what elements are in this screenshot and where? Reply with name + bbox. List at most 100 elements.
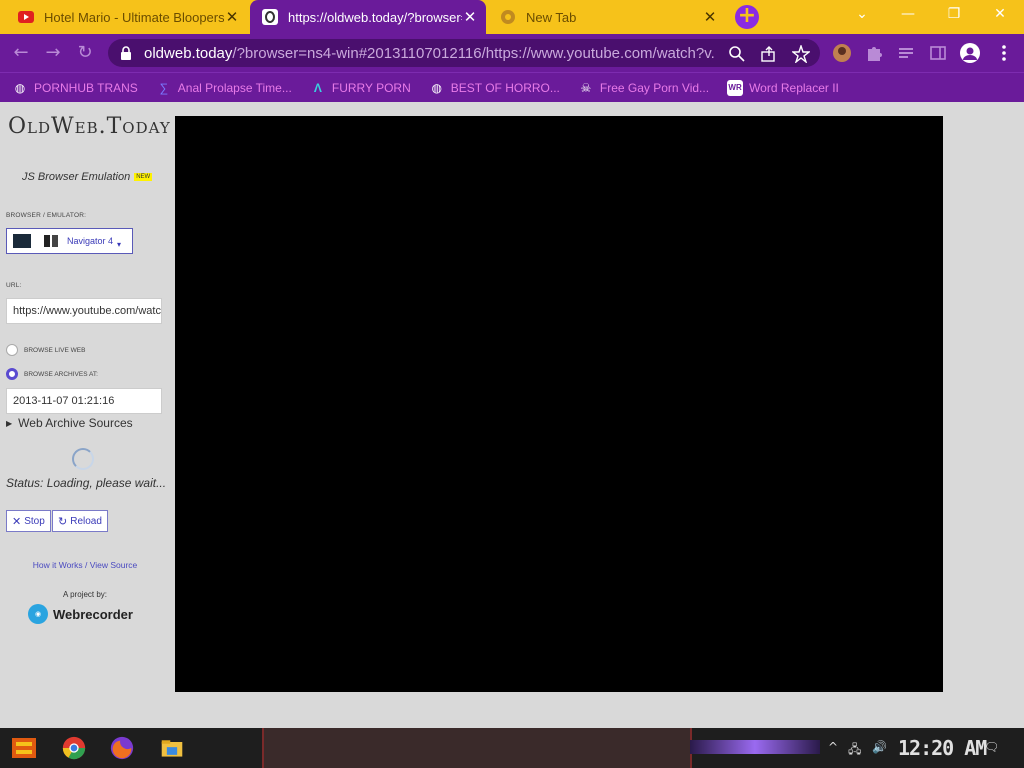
- chevron-down-icon: ▾: [117, 239, 122, 249]
- archive-date-input[interactable]: 2013-11-07 01:21:16: [6, 388, 162, 414]
- tray-overflow-icon[interactable]: ^: [828, 740, 838, 754]
- bookmark-label: Anal Prolapse Time...: [177, 80, 292, 95]
- back-button[interactable]: ←: [10, 42, 32, 64]
- browse-archives-radio[interactable]: [6, 368, 18, 380]
- tab-title: Hotel Mario - Ultimate Bloopers: [44, 9, 224, 25]
- account-avatar-icon[interactable]: [960, 43, 980, 63]
- share-icon[interactable]: [760, 45, 778, 63]
- oldweb-logo[interactable]: OldWeb.Today: [8, 112, 170, 142]
- notification-icon[interactable]: 🗨: [984, 740, 999, 754]
- bookmark-label: PORNHUB TRANS: [34, 80, 138, 95]
- close-icon: ✕: [12, 515, 22, 528]
- browser-name: Navigator 4: [67, 236, 114, 246]
- tab-youtube[interactable]: Hotel Mario - Ultimate Bloopers ✕: [6, 0, 248, 34]
- firefox-icon: [110, 736, 134, 760]
- taskbar-app-area: [262, 728, 692, 768]
- bookmark-label: Free Gay Porn Vid...: [599, 80, 710, 95]
- chrome-icon: [62, 736, 86, 760]
- bookmark-item[interactable]: ◍ BEST OF HORRO...: [429, 80, 560, 96]
- globe-icon: ◍: [14, 80, 26, 95]
- reload-label: Reload: [70, 515, 102, 527]
- browser-emulator-select[interactable]: Navigator 4 ▾: [6, 228, 133, 254]
- tab-oldweb[interactable]: https://oldweb.today/?browser=ns4-win ✕: [250, 0, 486, 34]
- bookmark-label: Word Replacer II: [749, 80, 839, 95]
- webrecorder-logo-icon: ◉: [28, 604, 48, 624]
- url-path: /?browser=ns4-win#20131107012116/https:/…: [232, 44, 714, 62]
- start-logo-icon: [12, 738, 36, 758]
- stop-label: Stop: [24, 515, 45, 527]
- webrecorder-label: Webrecorder: [53, 606, 133, 622]
- youtube-icon: [18, 11, 34, 23]
- reading-list-icon[interactable]: [896, 43, 916, 63]
- bookmark-item[interactable]: ∑ Anal Prolapse Time...: [156, 80, 292, 96]
- url-text[interactable]: oldweb.today/?browser=ns4-win#2013110701…: [144, 45, 714, 62]
- taskbar: ^ 🖧 🔊 12:20 AM 🗨: [0, 728, 1024, 768]
- bookmark-label: FURRY PORN: [331, 80, 411, 95]
- bookmark-item[interactable]: ☠ Free Gay Porn Vid...: [578, 80, 710, 96]
- address-bar[interactable]: oldweb.today/?browser=ns4-win#2013110701…: [108, 39, 820, 67]
- a-logo-icon: Λ: [313, 80, 322, 95]
- taskbar-theme-decoration: [690, 740, 820, 754]
- puzzle-extensions-icon[interactable]: [864, 43, 884, 63]
- netscape-icon: [43, 234, 59, 248]
- side-panel-icon[interactable]: [928, 43, 948, 63]
- browse-live-label: Browse live web: [24, 347, 86, 354]
- bookmark-star-icon[interactable]: [792, 45, 810, 63]
- tab-title: New Tab: [526, 9, 577, 25]
- browser-toolbar: ← → ↻ oldweb.today/?browser=ns4-win#2013…: [0, 34, 1024, 72]
- chrome-taskbar-icon[interactable]: [60, 734, 88, 762]
- network-icon[interactable]: 🖧: [848, 740, 861, 761]
- emulator-screen[interactable]: [175, 116, 943, 692]
- web-archive-sources-toggle[interactable]: ▶ Web Archive Sources: [6, 416, 133, 430]
- tab-close-button[interactable]: ✕: [702, 8, 718, 26]
- browse-live-radio[interactable]: [6, 344, 18, 356]
- skull-icon: ☠: [580, 80, 592, 95]
- restore-button[interactable]: ❐: [944, 6, 964, 26]
- wr-icon: WR: [727, 79, 744, 96]
- url-label: URL:: [6, 282, 22, 289]
- minimize-button[interactable]: —: [898, 6, 918, 26]
- start-button[interactable]: [10, 734, 38, 762]
- url-host: oldweb.today: [144, 44, 233, 62]
- file-explorer-taskbar-icon[interactable]: [158, 734, 186, 762]
- webrecorder-link[interactable]: ◉ Webrecorder: [28, 604, 133, 624]
- reload-button-sidebar[interactable]: ↻ Reload: [52, 510, 108, 532]
- status-text: Status: Loading, please wait...: [6, 476, 167, 490]
- new-tab-button[interactable]: +: [735, 5, 759, 29]
- bookmark-item[interactable]: ◍ PORNHUB TRANS: [12, 80, 138, 96]
- zoom-icon[interactable]: [728, 45, 746, 63]
- bookmark-label: BEST OF HORRO...: [450, 80, 560, 95]
- bookmark-item[interactable]: WR Word Replacer II: [727, 79, 839, 96]
- volume-icon[interactable]: 🔊: [872, 740, 887, 754]
- project-by-label: A project by:: [62, 590, 108, 599]
- page-content: OldWeb.Today JS Browser Emulation NEW Bro…: [0, 102, 1024, 728]
- firefox-taskbar-icon[interactable]: [108, 734, 136, 762]
- tab-close-button[interactable]: ✕: [224, 8, 240, 26]
- subtitle-text: JS Browser Emulation: [22, 171, 131, 183]
- oldweb-sidebar: OldWeb.Today JS Browser Emulation NEW Bro…: [0, 102, 170, 728]
- url-input[interactable]: https://www.youtube.com/watc: [6, 298, 162, 324]
- new-badge: NEW: [134, 173, 153, 182]
- close-window-button[interactable]: ✕: [990, 6, 1010, 26]
- menu-kebab-icon[interactable]: [994, 43, 1014, 63]
- sources-label: Web Archive Sources: [18, 416, 133, 430]
- os-thumbnail-icon: [13, 234, 31, 248]
- profile-extension-icon[interactable]: [832, 43, 852, 63]
- lock-icon[interactable]: [118, 45, 134, 61]
- reload-icon: ↻: [58, 515, 68, 528]
- tab-new-tab[interactable]: New Tab ✕: [488, 0, 726, 34]
- chrome-icon: [501, 10, 515, 24]
- tab-title: https://oldweb.today/?browser=ns4-win: [288, 9, 462, 25]
- stop-button[interactable]: ✕ Stop: [6, 510, 51, 532]
- tab-search-dropdown-icon[interactable]: ⌄: [852, 6, 872, 26]
- folder-icon: [161, 740, 183, 757]
- reload-button[interactable]: ↻: [74, 42, 96, 64]
- oldweb-icon: [262, 9, 278, 25]
- forward-button[interactable]: →: [42, 42, 64, 64]
- tab-close-button[interactable]: ✕: [462, 8, 478, 26]
- bookmark-item[interactable]: Λ FURRY PORN: [310, 80, 411, 96]
- how-it-works-link[interactable]: How it Works / View Source: [0, 560, 170, 570]
- browser-emulator-label: Browser / Emulator:: [6, 212, 87, 219]
- sigma-icon: ∑: [159, 80, 169, 95]
- taskbar-clock[interactable]: 12:20 AM: [898, 736, 987, 760]
